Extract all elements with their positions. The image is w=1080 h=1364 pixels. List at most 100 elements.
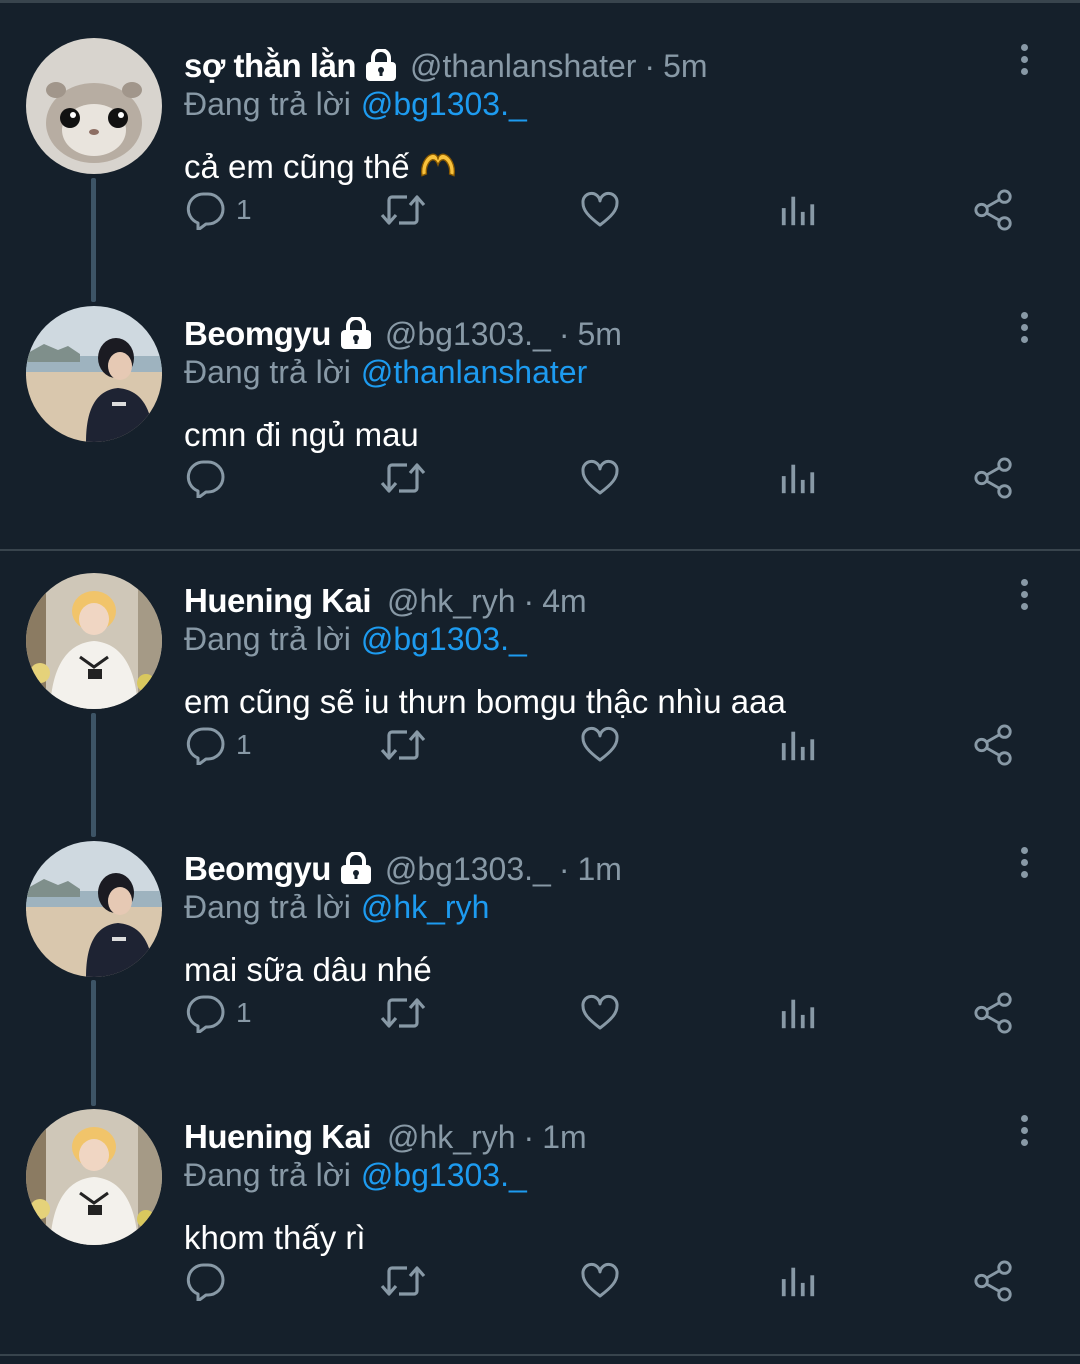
tweet-actions [0, 1253, 1080, 1309]
user-handle[interactable]: @thanlanshater [410, 48, 636, 85]
heart-icon [580, 458, 620, 498]
reply-button[interactable]: 1 [186, 985, 252, 1041]
retweet-icon [379, 458, 427, 498]
reply-prefix: Đang trả lời [184, 1157, 351, 1193]
view-stats-button[interactable] [779, 182, 817, 238]
reply-prefix: Đang trả lời [184, 354, 351, 390]
reply-count: 1 [236, 997, 252, 1028]
avatar[interactable] [26, 306, 162, 442]
view-stats-button[interactable] [779, 717, 817, 773]
bar-chart-icon [779, 994, 817, 1032]
user-handle[interactable]: @hk_ryh [387, 583, 516, 620]
tweet[interactable]: sợ thằn lằn @thanlanshater · 5m Đang trả lời… [0, 0, 1080, 268]
like-button[interactable] [580, 182, 620, 238]
separator-dot: · [558, 315, 570, 352]
separator-dot: · [523, 582, 535, 619]
display-name[interactable]: Huening Kai [184, 1118, 372, 1156]
reply-context: Đang trả lời @hk_ryh [184, 889, 489, 931]
reply-prefix: Đang trả lời [184, 621, 351, 657]
display-name[interactable]: Beomgyu [184, 315, 331, 353]
bar-chart-icon [779, 1262, 817, 1300]
avatar[interactable] [26, 38, 162, 174]
reply-prefix: Đang trả lời [184, 889, 351, 925]
retweet-button[interactable] [379, 450, 427, 506]
like-button[interactable] [580, 450, 620, 506]
share-button[interactable] [973, 717, 1015, 773]
reply-button[interactable] [186, 1253, 236, 1309]
bar-chart-icon [779, 191, 817, 229]
reply-count: 1 [236, 729, 252, 760]
user-handle[interactable]: @bg1303._ [385, 316, 551, 353]
display-name[interactable]: sợ thằn lằn [184, 47, 357, 85]
view-stats-button[interactable] [779, 985, 817, 1041]
share-icon [973, 457, 1015, 499]
avatar[interactable] [26, 573, 162, 709]
tweet-text-content: em cũng sẽ iu thưn bomgu thậc nhìu aaa [184, 683, 786, 720]
like-button[interactable] [580, 985, 620, 1041]
retweet-button[interactable] [379, 717, 427, 773]
display-name[interactable]: Huening Kai [184, 582, 372, 620]
share-button[interactable] [973, 450, 1015, 506]
tweet-text: cmn đi ngủ mau [184, 416, 419, 454]
retweet-icon [379, 993, 427, 1033]
heart-icon [580, 1261, 620, 1301]
reply-mention-link[interactable]: @hk_ryh [361, 889, 490, 925]
timestamp[interactable]: 5m [663, 48, 707, 85]
share-button[interactable] [973, 182, 1015, 238]
separator-dot: · [523, 1118, 535, 1155]
tweet-text-content: mai sữa dâu nhé [184, 951, 432, 988]
reply-context: Đang trả lời @bg1303._ [184, 86, 527, 128]
tweet-actions: 1 [0, 717, 1080, 773]
timestamp[interactable]: 1m [542, 1119, 586, 1156]
timestamp[interactable]: 4m [542, 583, 586, 620]
reply-mention-link[interactable]: @thanlanshater [361, 354, 587, 390]
more-options-icon[interactable] [1012, 579, 1036, 615]
reply-icon [186, 993, 226, 1033]
more-options-icon[interactable] [1012, 847, 1036, 883]
retweet-button[interactable] [379, 985, 427, 1041]
reply-button[interactable] [186, 450, 236, 506]
avatar[interactable] [26, 841, 162, 977]
retweet-button[interactable] [379, 182, 427, 238]
reply-mention-link[interactable]: @bg1303._ [361, 1157, 527, 1193]
reply-count: 1 [236, 194, 252, 225]
lock-icon [339, 852, 373, 886]
display-name[interactable]: Beomgyu [184, 850, 331, 888]
share-icon [973, 992, 1015, 1034]
retweet-button[interactable] [379, 1253, 427, 1309]
share-icon [973, 724, 1015, 766]
heart-icon [580, 190, 620, 230]
conversation-divider [0, 1354, 1080, 1356]
separator-dot: · [558, 850, 570, 887]
avatar[interactable] [26, 1109, 162, 1245]
reply-mention-link[interactable]: @bg1303._ [361, 621, 527, 657]
more-options-icon[interactable] [1012, 312, 1036, 348]
tweet-actions: 1 [0, 985, 1080, 1041]
timestamp[interactable]: 5m [577, 316, 621, 353]
view-stats-button[interactable] [779, 450, 817, 506]
more-options-icon[interactable] [1012, 1115, 1036, 1151]
tweet[interactable]: Beomgyu @bg1303._ · 5m Đang trả lời @thanlans… [0, 268, 1080, 536]
bar-chart-icon [779, 459, 817, 497]
tweet[interactable]: Huening Kai @hk_ryh · 4m Đang trả lời @bg1303… [0, 535, 1080, 803]
reply-button[interactable]: 1 [186, 717, 252, 773]
user-handle[interactable]: @bg1303._ [385, 851, 551, 888]
lock-icon [364, 49, 398, 83]
more-options-icon[interactable] [1012, 44, 1036, 80]
tweet-text: khom thấy rì [184, 1219, 366, 1257]
like-button[interactable] [580, 717, 620, 773]
retweet-icon [379, 190, 427, 230]
share-button[interactable] [973, 985, 1015, 1041]
like-button[interactable] [580, 1253, 620, 1309]
user-handle[interactable]: @hk_ryh [387, 1119, 516, 1156]
share-button[interactable] [973, 1253, 1015, 1309]
reply-icon [186, 458, 226, 498]
tweet[interactable]: Beomgyu @bg1303._ · 1m Đang trả lời @hk_ryhma… [0, 803, 1080, 1071]
view-stats-button[interactable] [779, 1253, 817, 1309]
reply-mention-link[interactable]: @bg1303._ [361, 86, 527, 122]
tweet-actions [0, 450, 1080, 506]
reply-button[interactable]: 1 [186, 182, 252, 238]
share-icon [973, 1260, 1015, 1302]
tweet[interactable]: Huening Kai @hk_ryh · 1m Đang trả lời @bg1303… [0, 1071, 1080, 1339]
timestamp[interactable]: 1m [577, 851, 621, 888]
